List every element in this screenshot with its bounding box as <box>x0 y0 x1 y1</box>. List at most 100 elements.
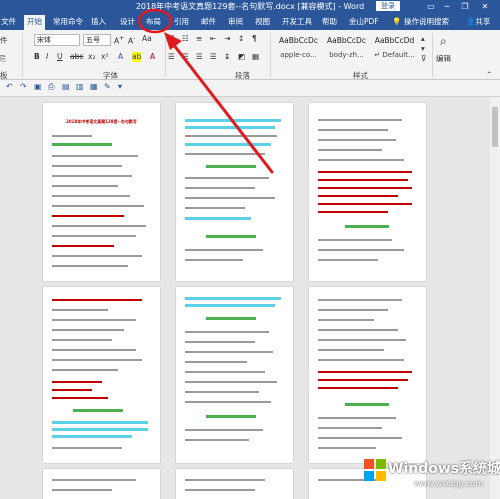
font-name-select[interactable]: 宋体 <box>34 34 80 46</box>
tab-common-commands[interactable]: 常用命令 <box>53 15 83 30</box>
font-color-icon[interactable]: A <box>150 52 155 62</box>
customize-qat-icon[interactable]: ▾ <box>118 82 122 91</box>
group-divider <box>22 33 23 77</box>
search-icon[interactable]: ⌕ <box>440 35 447 47</box>
document-page-2[interactable] <box>176 103 293 281</box>
bullets-icon[interactable]: ☰ <box>168 34 175 44</box>
text-line <box>185 429 263 431</box>
tab-home[interactable]: 开始 <box>24 15 45 30</box>
ribbon-display-icon[interactable]: ▭ <box>424 0 438 13</box>
scrollbar-thumb[interactable] <box>492 107 498 147</box>
styles-more-icon[interactable]: ⊽ <box>421 54 427 64</box>
document-page-5[interactable] <box>176 287 293 463</box>
text-line <box>185 331 269 333</box>
text-line <box>185 391 259 393</box>
tab-review[interactable]: 审阅 <box>228 15 243 30</box>
show-marks-icon[interactable]: ¶ <box>252 34 257 44</box>
share-button[interactable]: 👤共享 <box>466 15 490 30</box>
text-line <box>52 319 136 321</box>
sort-icon[interactable]: ↕ <box>238 34 244 44</box>
decrease-indent-icon[interactable]: ⇤ <box>210 34 216 44</box>
text-line <box>318 259 378 261</box>
shading-icon[interactable]: ◩ <box>238 52 245 62</box>
copy-icon[interactable]: ⎘ <box>0 54 6 64</box>
style-default[interactable]: AaBbCcDd ↵ Default... <box>372 33 417 65</box>
login-button[interactable]: 登录 <box>376 1 400 11</box>
subscript-icon[interactable]: x₂ <box>88 52 95 62</box>
styles-scroll-down-icon[interactable]: ▾ <box>421 44 425 54</box>
text-effects-icon[interactable]: A <box>118 52 123 62</box>
redo-icon[interactable]: ↷ <box>20 82 27 91</box>
italic-icon[interactable]: I <box>46 52 48 62</box>
strikethrough-icon[interactable]: abc <box>70 52 83 62</box>
document-page-8[interactable] <box>176 469 293 499</box>
paste-button[interactable]: 件 <box>0 36 8 46</box>
change-case-icon[interactable]: Aa <box>142 34 152 44</box>
multilevel-list-icon[interactable]: ≡ <box>196 34 202 44</box>
document-workspace[interactable]: 2018年中考语文真题129套--名句默写 <box>0 97 490 499</box>
format-painter-icon[interactable]: ✎ <box>104 82 111 91</box>
tab-mailings[interactable]: 邮件 <box>201 15 216 30</box>
close-button[interactable]: ✕ <box>478 0 492 13</box>
shrink-font-icon[interactable]: A- <box>128 34 135 47</box>
vertical-scrollbar[interactable] <box>490 97 500 499</box>
styles-scroll-up-icon[interactable]: ▴ <box>421 34 425 44</box>
text-line <box>185 401 271 403</box>
borders-icon[interactable]: ▦ <box>252 52 259 62</box>
font-size-select[interactable]: 五号 <box>83 34 111 46</box>
watermark-url: www.wxclgg.com <box>414 479 483 488</box>
document-page-4[interactable] <box>43 287 160 463</box>
document-page-6[interactable] <box>309 287 426 463</box>
tab-insert[interactable]: 插入 <box>91 15 106 30</box>
align-center-icon[interactable]: ☰ <box>182 52 189 62</box>
tab-developer[interactable]: 开发工具 <box>282 15 312 30</box>
maximize-button[interactable]: ❐ <box>458 0 472 13</box>
print-preview-icon[interactable]: ⎙ <box>48 82 54 92</box>
numbering-icon[interactable]: ☷ <box>182 34 189 44</box>
document-page-7[interactable] <box>43 469 160 499</box>
text-line <box>185 489 255 491</box>
save-icon[interactable]: ▣ <box>34 82 42 91</box>
superscript-icon[interactable]: x² <box>101 52 108 62</box>
underline-icon[interactable]: U <box>57 52 63 62</box>
tab-layout[interactable]: 布局 <box>146 15 161 30</box>
tab-help[interactable]: 帮助 <box>322 15 337 30</box>
grow-font-icon[interactable]: A+ <box>114 34 124 47</box>
tab-view[interactable]: 视图 <box>255 15 270 30</box>
text-line <box>52 329 124 331</box>
text-line <box>185 439 249 441</box>
justify-icon[interactable]: ☰ <box>210 52 217 62</box>
text-line <box>185 479 265 481</box>
align-right-icon[interactable]: ☰ <box>196 52 203 62</box>
document-page-3[interactable] <box>309 103 426 281</box>
bold-icon[interactable]: B <box>34 52 40 62</box>
tab-kingsoft-pdf[interactable]: 金山PDF <box>349 15 379 30</box>
line-spacing-icon[interactable]: ↨ <box>224 52 230 62</box>
text-line <box>185 187 255 189</box>
edit-button[interactable]: 编辑 <box>436 54 451 64</box>
tell-me-search[interactable]: 操作说明搜索 <box>404 15 449 30</box>
open-icon[interactable]: ▥ <box>76 82 84 91</box>
style-apple-converted[interactable]: AaBbCcDc apple-co... <box>276 33 321 65</box>
text-line <box>185 177 269 179</box>
align-left-icon[interactable]: ☰ <box>168 52 175 62</box>
increase-indent-icon[interactable]: ⇥ <box>224 34 230 44</box>
table-icon[interactable]: ▦ <box>90 82 98 91</box>
red-text-line <box>52 215 124 217</box>
tab-references[interactable]: 引用 <box>174 15 189 30</box>
tab-design[interactable]: 设计 <box>120 15 135 30</box>
text-line <box>318 447 376 449</box>
document-page-1[interactable]: 2018年中考语文真题129套--名句默写 <box>43 103 160 281</box>
watermark: Windows系统城 www.wxclgg.com <box>362 456 500 499</box>
minimize-button[interactable]: ─ <box>440 0 454 13</box>
text-line <box>318 119 402 121</box>
tab-file[interactable]: 文件 <box>1 15 16 30</box>
collapse-ribbon-icon[interactable]: ⌃ <box>486 70 492 80</box>
text-line <box>52 489 112 491</box>
new-doc-icon[interactable]: ▤ <box>62 82 70 91</box>
highlight-icon[interactable]: ab <box>132 52 142 62</box>
undo-icon[interactable]: ↶ <box>6 82 13 91</box>
text-line <box>318 149 382 151</box>
style-body-zh[interactable]: AaBbCcDc body-zh... <box>324 33 369 65</box>
ribbon-tabs: 文件 开始 常用命令 插入 设计 布局 引用 邮件 审阅 视图 开发工具 帮助 … <box>0 13 500 30</box>
